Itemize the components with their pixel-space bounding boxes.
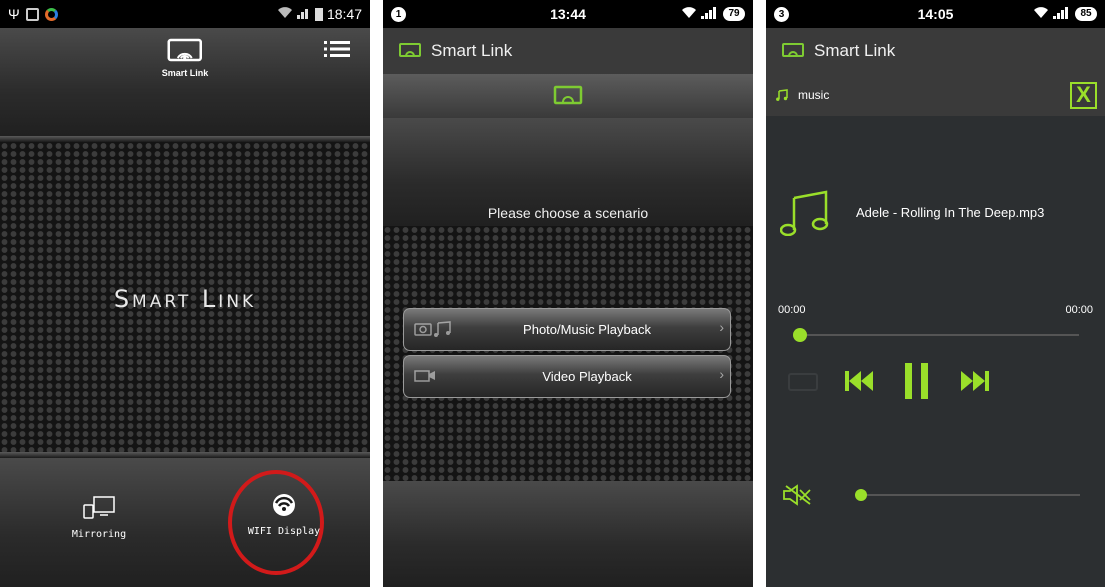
mute-button[interactable] <box>782 484 812 511</box>
repeat-icon[interactable] <box>788 373 818 391</box>
menu-icon[interactable] <box>324 40 350 63</box>
track-name: Adele - Rolling In The Deep.mp3 <box>856 205 1045 220</box>
battery-level: 79 <box>723 7 745 21</box>
app-title-bar: Smart Link <box>383 28 753 74</box>
music-section-header: music <box>766 74 1105 116</box>
previous-track-button[interactable] <box>844 369 874 398</box>
battery-icon <box>314 7 323 21</box>
close-button[interactable]: X <box>1070 82 1097 109</box>
video-playback-button[interactable]: Video Playback › <box>403 355 731 398</box>
volume-knob[interactable] <box>855 489 867 501</box>
time-elapsed: 00:00 <box>778 304 806 316</box>
wifi-icon <box>277 6 293 22</box>
signal-icon <box>296 6 311 22</box>
pause-button[interactable] <box>904 362 930 405</box>
photo-music-playback-label: Photo/Music Playback <box>523 322 651 337</box>
status-time: 18:47 <box>326 6 362 22</box>
next-icon <box>961 371 989 391</box>
music-note-icon <box>776 89 788 101</box>
screen-home: Ψ 18:47 Smart Link Smart Link Mirroring … <box>0 0 370 587</box>
cast-icon <box>782 43 804 57</box>
section-label: music <box>798 88 830 102</box>
volume-bar[interactable] <box>855 489 1080 501</box>
signal-icon <box>1053 6 1071 22</box>
photo-music-icon <box>414 321 452 337</box>
cast-icon <box>399 43 421 57</box>
battery-level: 85 <box>1075 7 1097 21</box>
scenario-footer <box>383 481 753 587</box>
status-bar: Ψ 18:47 <box>0 0 370 28</box>
speaker-grille <box>383 226 753 481</box>
wifi-icon <box>1033 6 1049 22</box>
wifi-icon <box>681 6 697 22</box>
status-bar: 3 14:05 85 <box>766 0 1105 28</box>
signal-icon <box>701 6 719 22</box>
tab-smart-link[interactable] <box>383 74 753 118</box>
previous-icon <box>845 371 873 391</box>
seek-knob[interactable] <box>793 328 807 342</box>
screen-music-player: 3 14:05 85 Smart Link music X Adele - Ro… <box>766 0 1105 587</box>
notification-icon <box>25 7 39 21</box>
smart-link-top-label: Smart Link <box>161 68 209 78</box>
video-playback-label: Video Playback <box>542 369 632 384</box>
music-note-icon <box>779 190 830 241</box>
photo-music-playback-button[interactable]: Photo/Music Playback › <box>403 308 731 351</box>
scenario-prompt: Please choose a scenario <box>487 205 649 221</box>
mirroring-icon <box>83 496 115 519</box>
time-total: 00:00 <box>1065 304 1093 316</box>
highlight-ring <box>228 470 324 575</box>
pause-icon <box>905 363 928 399</box>
chevron-right-icon: › <box>719 366 724 382</box>
app-title: Smart Link <box>431 41 513 60</box>
app-title: Smart Link <box>814 41 896 60</box>
playback-controls <box>844 362 990 405</box>
seek-bar[interactable] <box>793 328 1079 342</box>
chevron-right-icon: › <box>719 319 724 335</box>
next-track-button[interactable] <box>960 369 990 398</box>
mirroring-label: Mirroring <box>71 529 127 540</box>
cast-icon <box>553 85 583 105</box>
mirroring-button[interactable]: Mirroring <box>64 495 134 540</box>
usb-icon: Ψ <box>8 6 20 22</box>
brand-title: Smart Link <box>113 285 257 313</box>
video-camera-icon <box>414 368 436 382</box>
smart-link-top-button[interactable]: Smart Link <box>161 38 209 78</box>
app-title-bar: Smart Link <box>766 28 1105 74</box>
status-bar: 1 13:44 79 <box>383 0 753 28</box>
cast-icon <box>167 38 203 62</box>
speaker-mute-icon <box>783 484 811 506</box>
app-icon <box>44 7 58 21</box>
screen-scenario: 1 13:44 79 Smart Link Please choose a sc… <box>383 0 753 587</box>
